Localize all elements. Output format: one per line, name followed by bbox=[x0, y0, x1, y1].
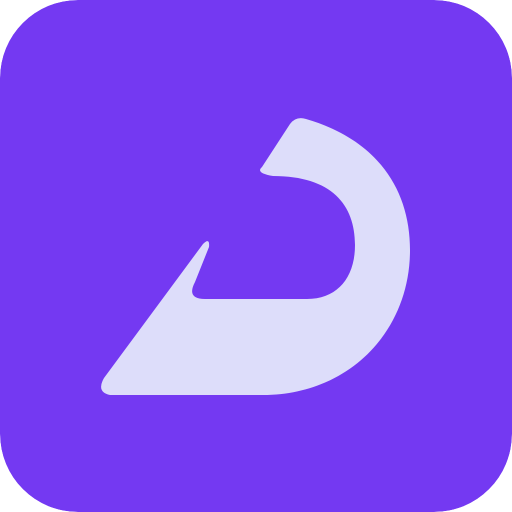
app-icon bbox=[0, 0, 512, 512]
icon-background bbox=[0, 0, 512, 512]
app-icon-graphic bbox=[0, 0, 512, 512]
